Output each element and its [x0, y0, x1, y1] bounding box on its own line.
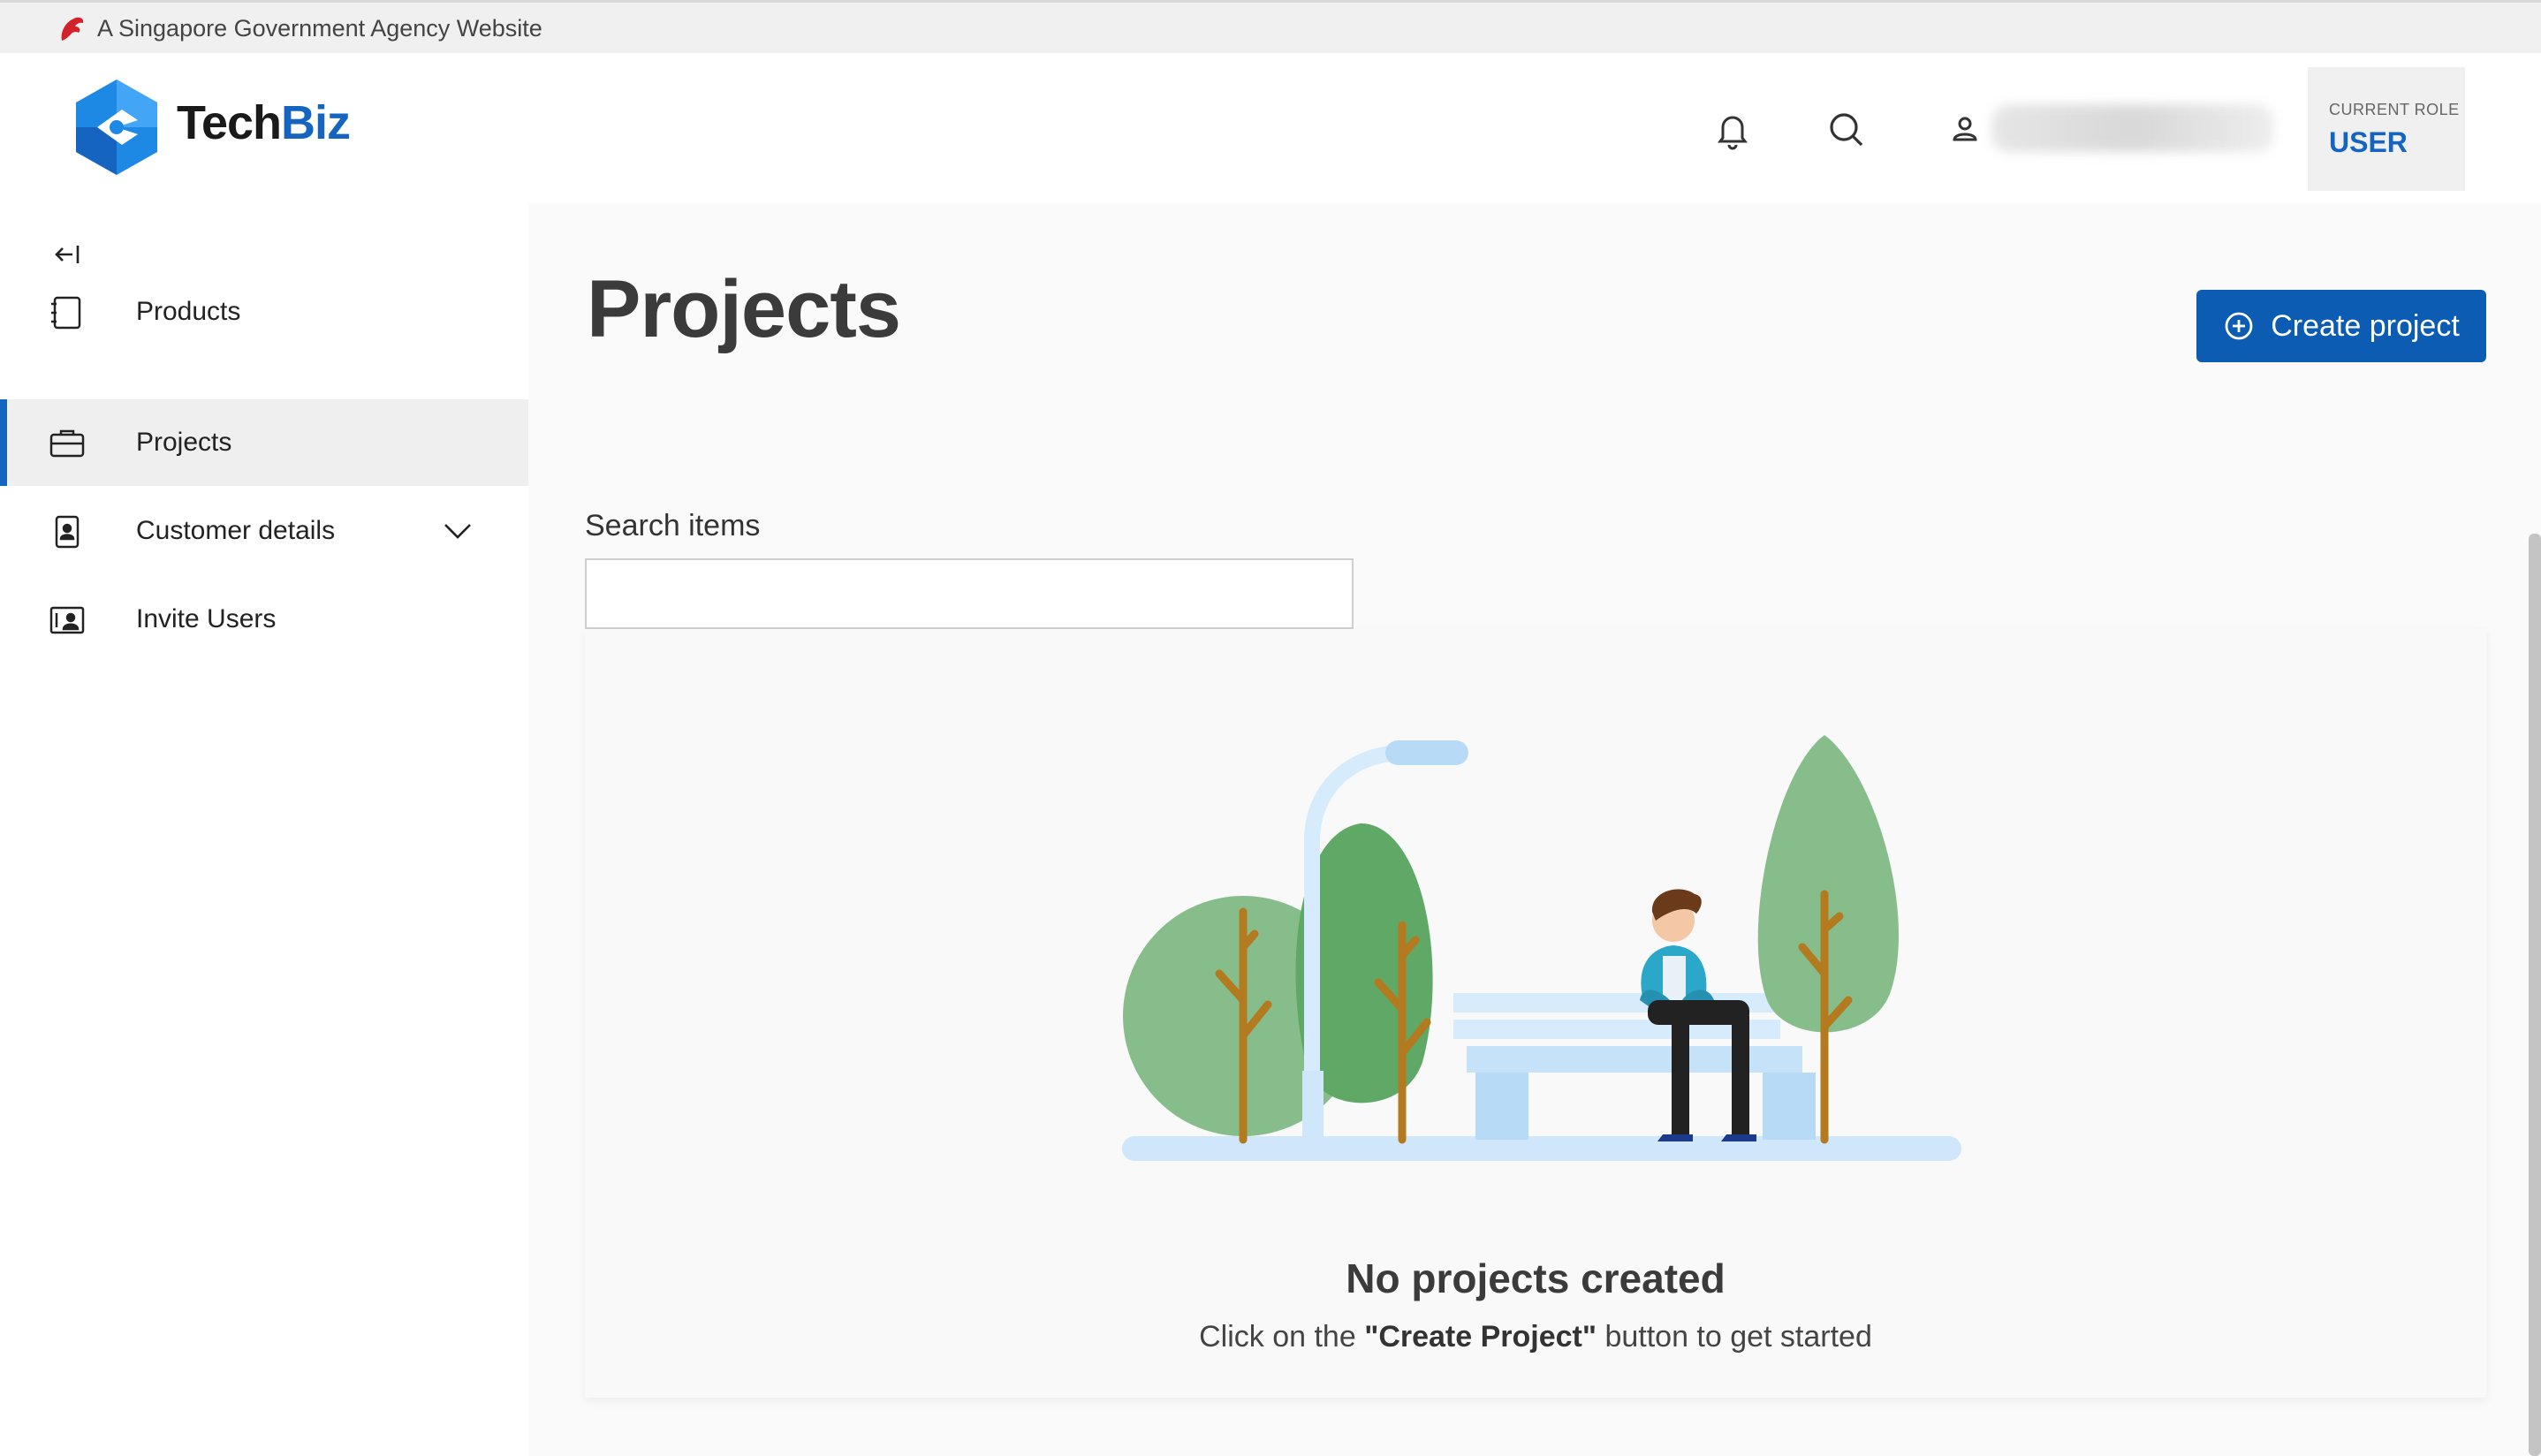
contact-badge-icon — [55, 515, 80, 549]
lion-head-icon — [61, 17, 84, 41]
empty-state-panel: No projects created Click on the "Create… — [585, 629, 2486, 1398]
username-redacted — [1991, 104, 2274, 152]
sidebar-item-products[interactable]: Products — [0, 269, 528, 355]
role-label: CURRENT ROLE — [2329, 101, 2460, 118]
sidebar-item-customer-details[interactable]: Customer details — [0, 488, 528, 574]
contact-card-icon — [49, 606, 85, 634]
empty-state-subtitle: Click on the "Create Project" button to … — [1199, 1320, 1872, 1354]
sidebar: Products Projects Customer details Invit… — [0, 203, 528, 1456]
sidebar-item-label: Invite Users — [136, 604, 277, 633]
page-title: Projects — [587, 264, 901, 354]
briefcase-icon — [49, 429, 85, 458]
search-label: Search items — [585, 509, 761, 542]
empty-state-title: No projects created — [1346, 1255, 1726, 1301]
vertical-scrollbar[interactable] — [2529, 534, 2541, 1456]
search-icon[interactable] — [1825, 108, 1866, 150]
sidebar-item-projects[interactable]: Projects — [0, 399, 528, 486]
current-role-box: CURRENT ROLE USER — [2308, 67, 2465, 191]
user-icon[interactable] — [1949, 113, 1981, 145]
masthead-text: A Singapore Government Agency Website — [97, 15, 542, 42]
sidebar-item-label: Projects — [136, 428, 232, 457]
sidebar-item-label: Products — [136, 297, 241, 326]
techbiz-logo-icon[interactable] — [72, 78, 161, 177]
bell-icon[interactable] — [1712, 108, 1753, 150]
sidebar-item-label: Customer details — [136, 516, 336, 545]
brand-name: TechBiz — [177, 96, 351, 149]
gov-masthead: A Singapore Government Agency Website — [0, 0, 2541, 53]
notebook-icon — [51, 296, 81, 330]
app-header: TechBiz CURRENT ROLE USER — [0, 53, 2541, 203]
create-project-button[interactable]: Create project — [2196, 290, 2486, 362]
main-content: Projects Create project Search items No … — [528, 203, 2541, 1456]
collapse-left-icon[interactable] — [51, 239, 83, 270]
search-input[interactable] — [585, 558, 1354, 629]
plus-circle-icon — [2225, 312, 2253, 340]
create-project-label: Create project — [2271, 308, 2460, 343]
sidebar-item-invite-users[interactable]: Invite Users — [0, 576, 528, 663]
role-value: USER — [2329, 126, 2408, 158]
chevron-down-icon[interactable] — [442, 518, 474, 544]
park-bench-illustration — [1122, 735, 1961, 1161]
